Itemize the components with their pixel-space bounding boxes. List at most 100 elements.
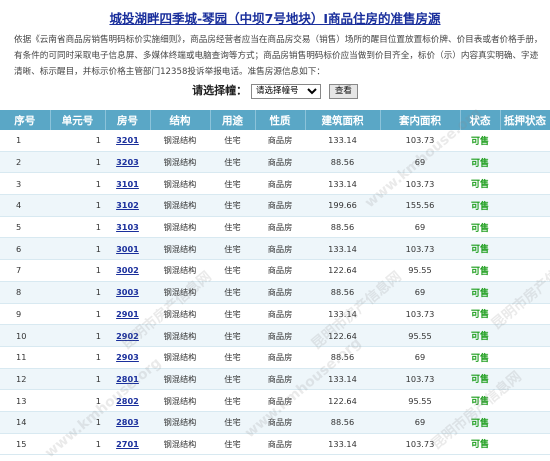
cell-room: 3201: [105, 130, 150, 152]
cell-status: 可售: [460, 433, 500, 456]
column-header: 套内面积: [380, 110, 461, 130]
cell-status: 可售: [460, 346, 500, 369]
cell-inner: 69: [380, 281, 460, 304]
table-row: 5 1 3103 钢混结构 住宅 商品房 88.56 69 可售: [0, 216, 550, 239]
room-link[interactable]: 2701: [116, 439, 139, 449]
cell-unit: 1: [50, 346, 105, 369]
cell-struct: 钢混结构: [150, 194, 210, 217]
cell-inner: 95.55: [380, 324, 460, 347]
page-title[interactable]: 城投湖畔四季城-琴园（中坝7号地块）Ⅰ商品住房的准售房源: [0, 0, 550, 30]
table-row: 11 1 2903 钢混结构 住宅 商品房 88.56 69 可售: [0, 346, 550, 369]
cell-nature: 商品房: [255, 172, 305, 196]
select-label: 请选择幢：: [192, 84, 248, 97]
cell-unit: 1: [50, 237, 105, 261]
cell-status: 可售: [460, 389, 500, 412]
cell-use: 住宅: [210, 281, 255, 304]
cell-area: 133.14: [305, 237, 380, 261]
cell-inner: 69: [380, 216, 460, 239]
cell-nature: 商品房: [255, 194, 305, 217]
cell-idx: 8: [0, 281, 50, 304]
cell-mortgage: [500, 194, 550, 217]
cell-mortgage: [500, 216, 550, 239]
cell-unit: 1: [50, 303, 105, 326]
building-select[interactable]: 请选择幢号: [250, 83, 321, 99]
cell-area: 133.14: [305, 303, 380, 326]
room-link[interactable]: 2902: [116, 331, 139, 341]
column-header: 性质: [255, 110, 306, 130]
room-link[interactable]: 3201: [116, 135, 139, 145]
cell-inner: 103.73: [380, 368, 460, 391]
cell-struct: 钢混结构: [150, 433, 210, 456]
cell-idx: 6: [0, 237, 50, 261]
building-selector-row: 请选择幢： 请选择幢号 查看: [0, 81, 550, 101]
cell-use: 住宅: [210, 411, 255, 434]
room-link[interactable]: 3203: [116, 157, 139, 167]
cell-use: 住宅: [210, 172, 255, 196]
room-link[interactable]: 3003: [116, 287, 139, 297]
cell-unit: 1: [50, 151, 105, 174]
cell-status: 可售: [460, 368, 500, 391]
pricing-notice: 依据《云南省商品房销售明码标价实施细则》，商品房经营者应当在商品房交易（销售）场…: [14, 35, 543, 77]
cell-struct: 钢混结构: [150, 130, 210, 152]
room-link[interactable]: 3102: [116, 200, 139, 210]
room-link[interactable]: 3101: [116, 179, 139, 189]
cell-idx: 7: [0, 259, 50, 282]
cell-inner: 103.73: [380, 237, 460, 261]
cell-inner: 95.55: [380, 259, 460, 282]
cell-mortgage: [500, 324, 550, 347]
cell-use: 住宅: [210, 259, 255, 282]
table-row: 9 1 2901 钢混结构 住宅 商品房 133.14 103.73 可售: [0, 303, 550, 326]
table-row: 15 1 2701 钢混结构 住宅 商品房 133.14 103.73 可售: [0, 433, 550, 456]
column-header: 用途: [210, 110, 256, 130]
cell-unit: 1: [50, 281, 105, 304]
cell-struct: 钢混结构: [150, 259, 210, 282]
cell-struct: 钢混结构: [150, 172, 210, 196]
room-link[interactable]: 2901: [116, 309, 139, 319]
cell-inner: 69: [380, 411, 460, 434]
cell-idx: 9: [0, 303, 50, 326]
cell-use: 住宅: [210, 130, 255, 152]
cell-nature: 商品房: [255, 368, 305, 391]
cell-use: 住宅: [210, 324, 255, 347]
room-link[interactable]: 3002: [116, 265, 139, 275]
table-row: 6 1 3001 钢混结构 住宅 商品房 133.14 103.73 可售: [0, 237, 550, 261]
cell-area: 133.14: [305, 172, 380, 196]
cell-room: 2903: [105, 346, 150, 369]
table-header-row: 序号 单元号 房号 结构 用途 性质 建筑面积 套内面积 状态 抵押状态: [0, 110, 550, 130]
cell-status: 可售: [460, 237, 500, 261]
column-header: 结构: [150, 110, 211, 130]
cell-use: 住宅: [210, 216, 255, 239]
cell-unit: 1: [50, 368, 105, 391]
room-link[interactable]: 2803: [116, 417, 139, 427]
room-link[interactable]: 3001: [116, 244, 139, 254]
table-row: 14 1 2803 钢混结构 住宅 商品房 88.56 69 可售: [0, 411, 550, 434]
cell-unit: 1: [50, 389, 105, 412]
listing-table: 序号 单元号 房号 结构 用途 性质 建筑面积 套内面积 状态 抵押状态 1 1 3201 钢混结构 住宅…: [0, 110, 550, 456]
column-header: 房号: [105, 110, 151, 130]
view-button[interactable]: 查看: [328, 83, 358, 99]
room-link[interactable]: 3103: [116, 222, 139, 232]
cell-area: 88.56: [305, 411, 380, 434]
room-link[interactable]: 2802: [116, 396, 139, 406]
cell-room: 3203: [105, 151, 150, 174]
cell-room: 3001: [105, 237, 150, 261]
cell-struct: 钢混结构: [150, 324, 210, 347]
cell-struct: 钢混结构: [150, 281, 210, 304]
cell-idx: 10: [0, 324, 50, 347]
column-header: 序号: [0, 110, 51, 130]
cell-room: 3103: [105, 216, 150, 239]
cell-status: 可售: [460, 130, 500, 152]
cell-inner: 95.55: [380, 389, 460, 412]
cell-mortgage: [500, 303, 550, 326]
cell-idx: 15: [0, 433, 50, 456]
cell-inner: 103.73: [380, 303, 460, 326]
room-link[interactable]: 2903: [116, 352, 139, 362]
cell-area: 133.14: [305, 368, 380, 391]
table-row: 1 1 3201 钢混结构 住宅 商品房 133.14 103.73 可售: [0, 130, 550, 152]
cell-struct: 钢混结构: [150, 237, 210, 261]
cell-idx: 1: [0, 130, 50, 152]
cell-inner: 103.73: [380, 172, 460, 196]
room-link[interactable]: 2801: [116, 374, 139, 384]
cell-use: 住宅: [210, 346, 255, 369]
cell-mortgage: [500, 346, 550, 369]
